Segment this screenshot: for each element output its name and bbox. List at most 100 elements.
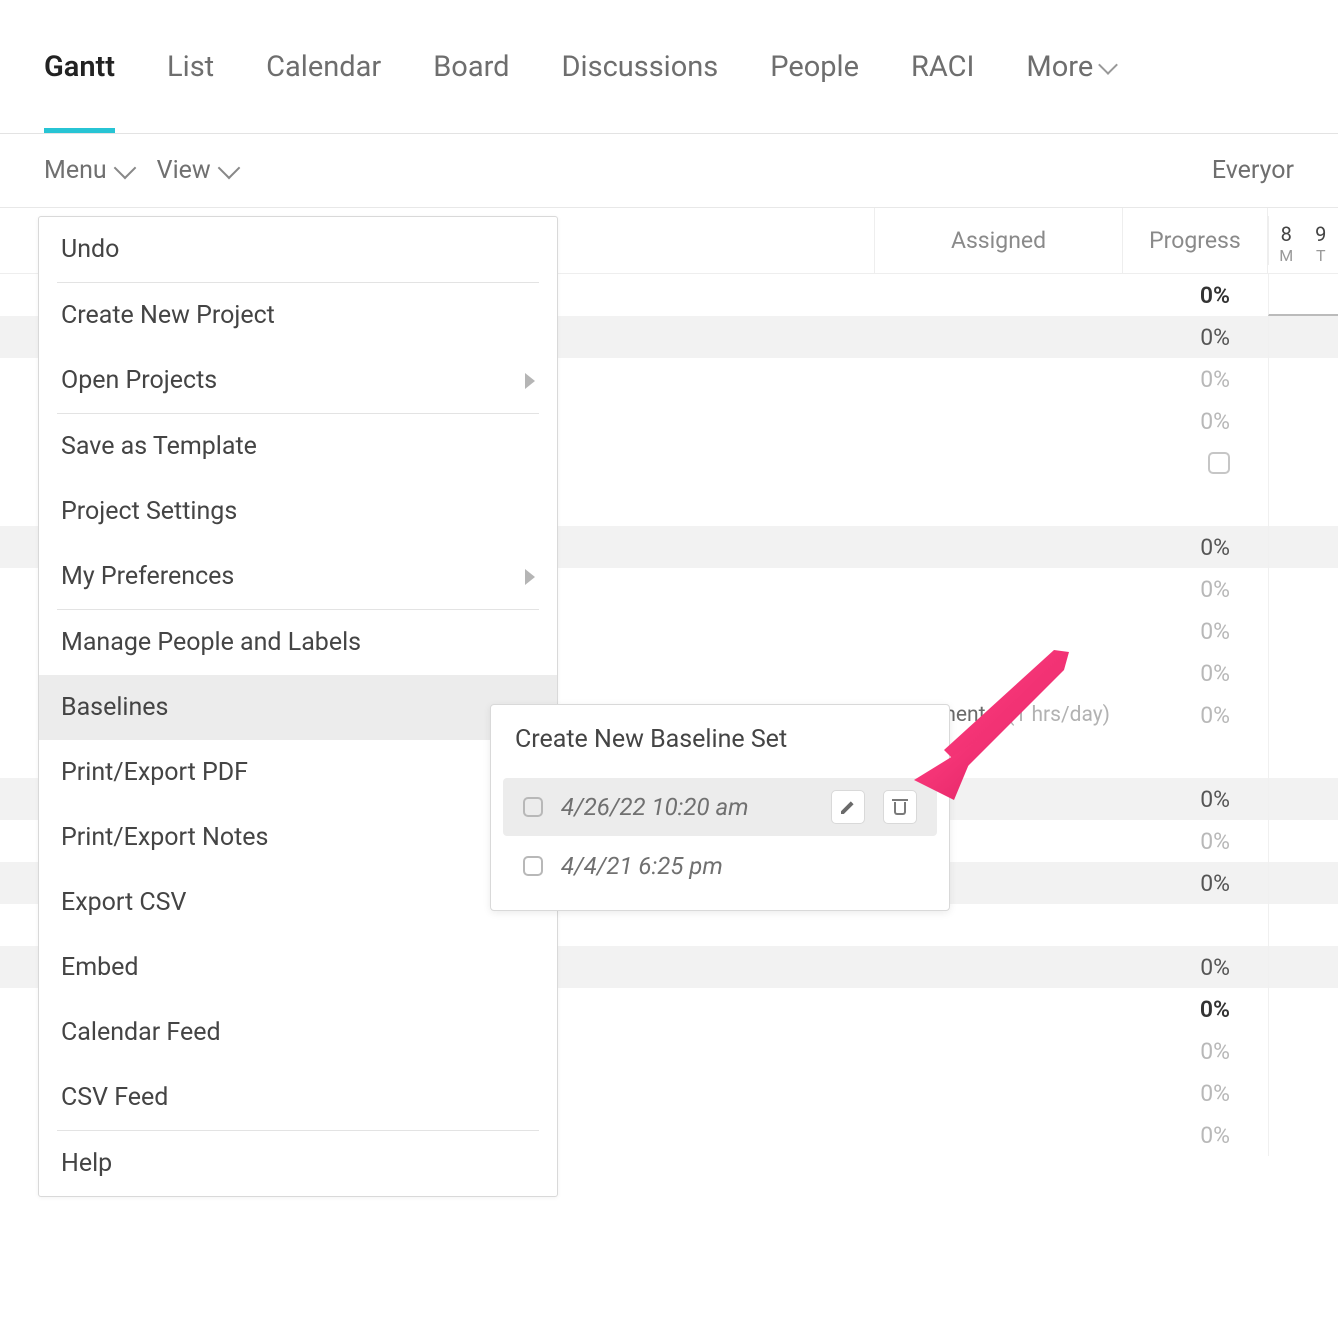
- progress-cell: 0%: [1122, 1122, 1268, 1149]
- timeline-cell: [1268, 568, 1338, 610]
- menu-create-project[interactable]: Create New Project: [39, 283, 557, 348]
- timeline-day-1[interactable]: 8 M: [1269, 216, 1304, 265]
- progress-cell: 0%: [1122, 828, 1268, 855]
- main-tabs: Gantt List Calendar Board Discussions Pe…: [0, 0, 1338, 134]
- view-button-label: View: [157, 156, 211, 185]
- menu-calendar-feed[interactable]: Calendar Feed: [39, 1000, 557, 1065]
- tab-people[interactable]: People: [770, 0, 859, 133]
- baseline-item-0[interactable]: 4/26/22 10:20 am: [503, 778, 937, 836]
- edit-baseline-button[interactable]: [831, 790, 865, 824]
- timeline-cell: [1268, 652, 1338, 694]
- menu-help[interactable]: Help: [39, 1131, 557, 1196]
- timeline-cell: [1268, 274, 1338, 316]
- column-progress[interactable]: Progress: [1122, 208, 1268, 273]
- baseline-checkbox[interactable]: [523, 797, 543, 817]
- menu-dropdown: Undo Create New Project Open Projects Sa…: [38, 216, 558, 1197]
- timeline-cell: [1268, 904, 1338, 946]
- progress-cell: 0%: [1122, 702, 1268, 729]
- progress-cell: 0%: [1122, 660, 1268, 687]
- menu-undo[interactable]: Undo: [39, 217, 557, 282]
- everyone-filter[interactable]: Everyor: [1212, 156, 1294, 185]
- timeline-cell: [1268, 694, 1338, 736]
- timeline-day-dow: T: [1304, 246, 1338, 265]
- baselines-submenu: Create New Baseline Set 4/26/22 10:20 am…: [490, 704, 950, 911]
- tab-list[interactable]: List: [167, 0, 214, 133]
- menu-button[interactable]: Menu: [44, 156, 133, 185]
- timeline-cell: [1268, 400, 1338, 442]
- timeline-cell: [1268, 862, 1338, 904]
- timeline-cell: [1268, 1030, 1338, 1072]
- baseline-label: 4/4/21 6:25 pm: [561, 852, 917, 880]
- arrow-right-icon: [525, 373, 535, 389]
- timeline-day-dow: M: [1269, 246, 1304, 265]
- progress-cell: 0%: [1122, 996, 1268, 1023]
- menu-my-preferences[interactable]: My Preferences: [39, 544, 557, 609]
- baseline-item-1[interactable]: 4/4/21 6:25 pm: [503, 840, 937, 892]
- progress-cell: 0%: [1122, 1080, 1268, 1107]
- baseline-checkbox[interactable]: [523, 856, 543, 876]
- menu-item-label: Open Projects: [61, 366, 217, 395]
- timeline-header: 8 M 9 T: [1268, 216, 1338, 265]
- timeline-cell: [1268, 316, 1338, 358]
- progress-cell: 0%: [1122, 408, 1268, 435]
- menu-open-projects[interactable]: Open Projects: [39, 348, 557, 413]
- create-baseline-set[interactable]: Create New Baseline Set: [491, 705, 949, 774]
- timeline-cell: [1268, 820, 1338, 862]
- timeline-cell: [1268, 484, 1338, 526]
- progress-checkbox[interactable]: [1208, 452, 1230, 474]
- timeline-cell: [1268, 1072, 1338, 1114]
- timeline-cell: [1268, 736, 1338, 778]
- menu-print-notes[interactable]: Print/Export Notes: [39, 805, 557, 870]
- menu-export-csv[interactable]: Export CSV: [39, 870, 557, 935]
- timeline-cell: [1268, 1114, 1338, 1156]
- column-assigned[interactable]: Assigned: [874, 208, 1122, 273]
- menu-button-label: Menu: [44, 156, 107, 185]
- timeline-cell: [1268, 526, 1338, 568]
- timeline-day-2[interactable]: 9 T: [1304, 216, 1338, 265]
- menu-print-pdf[interactable]: Print/Export PDF: [39, 740, 557, 805]
- timeline-cell: [1268, 358, 1338, 400]
- baseline-label: 4/26/22 10:20 am: [561, 793, 813, 821]
- progress-cell: 0%: [1122, 366, 1268, 393]
- tab-calendar[interactable]: Calendar: [266, 0, 381, 133]
- progress-cell: [1122, 452, 1268, 474]
- tab-gantt[interactable]: Gantt: [44, 0, 115, 133]
- timeline-cell: [1268, 946, 1338, 988]
- chevron-down-icon: [1098, 55, 1118, 75]
- tab-discussions[interactable]: Discussions: [562, 0, 719, 133]
- progress-cell: 0%: [1122, 618, 1268, 645]
- progress-cell: 0%: [1122, 870, 1268, 897]
- timeline-day-num: 9: [1304, 222, 1338, 246]
- menu-project-settings[interactable]: Project Settings: [39, 479, 557, 544]
- delete-baseline-button[interactable]: [883, 790, 917, 824]
- progress-cell: 0%: [1122, 534, 1268, 561]
- menu-save-template[interactable]: Save as Template: [39, 414, 557, 479]
- timeline-cell: [1268, 988, 1338, 1030]
- menu-manage-people[interactable]: Manage People and Labels: [39, 610, 557, 675]
- menu-item-label: My Preferences: [61, 562, 234, 591]
- progress-cell: 0%: [1122, 282, 1268, 309]
- arrow-right-icon: [525, 569, 535, 585]
- toolbar: Menu View Everyor: [0, 134, 1338, 208]
- timeline-cell: [1268, 442, 1338, 484]
- timeline-cell: [1268, 610, 1338, 652]
- chevron-down-icon: [113, 156, 136, 179]
- progress-cell: 0%: [1122, 1038, 1268, 1065]
- tab-raci[interactable]: RACI: [911, 0, 974, 133]
- chevron-down-icon: [217, 156, 240, 179]
- trash-icon: [892, 799, 908, 815]
- tab-more[interactable]: More: [1026, 0, 1115, 133]
- menu-csv-feed[interactable]: CSV Feed: [39, 1065, 557, 1130]
- timeline-cell: [1268, 778, 1338, 820]
- progress-cell: 0%: [1122, 786, 1268, 813]
- progress-cell: 0%: [1122, 324, 1268, 351]
- menu-baselines[interactable]: Baselines: [39, 675, 557, 740]
- progress-cell: 0%: [1122, 954, 1268, 981]
- progress-cell: 0%: [1122, 576, 1268, 603]
- timeline-day-num: 8: [1269, 222, 1304, 246]
- tab-more-label: More: [1026, 50, 1093, 84]
- view-button[interactable]: View: [157, 156, 237, 185]
- pencil-icon: [841, 800, 855, 814]
- menu-embed[interactable]: Embed: [39, 935, 557, 1000]
- tab-board[interactable]: Board: [433, 0, 509, 133]
